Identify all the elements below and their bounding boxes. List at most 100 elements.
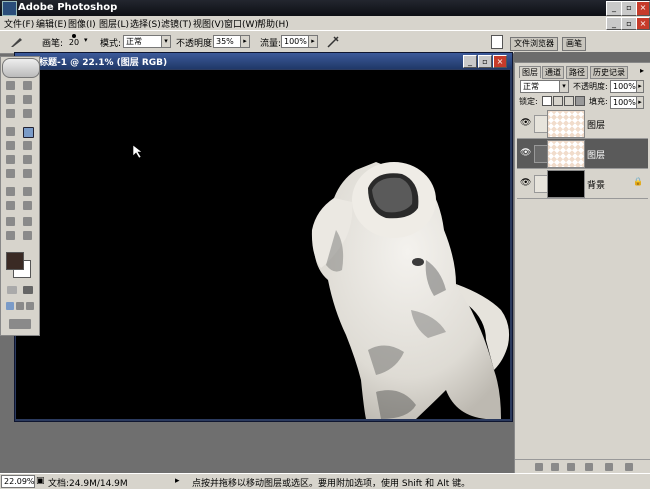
layer-opacity-label: 不透明度: [573,82,608,91]
lock-position-icon[interactable] [564,96,574,106]
history-brush-tool-icon[interactable] [23,141,32,150]
lock-all-icon[interactable] [575,96,585,106]
menu-select[interactable]: 选择(S) [130,17,161,30]
zoom-tool-icon[interactable] [23,231,32,240]
menu-view[interactable]: 视图(V) [193,17,224,30]
layer-thumbnail [547,140,585,168]
foreground-color-swatch[interactable] [6,252,24,270]
brush-size: 20 [68,38,80,47]
shape-tool-icon[interactable] [23,201,32,210]
doc-restore-button[interactable]: ▫ [621,17,637,30]
menu-layer[interactable]: 图层(L) [99,17,129,30]
tab-channels[interactable]: 通道 [542,66,564,79]
mode-dropdown-arrow[interactable]: ▾ [161,35,171,48]
fill-arrow[interactable]: ▸ [636,96,644,109]
marquee-tool-icon[interactable] [6,81,15,90]
quick-mask-mode-icon[interactable] [23,286,33,294]
crop-tool-icon[interactable] [6,109,15,118]
minimize-window-button[interactable]: _ [606,1,622,16]
status-arrow-icon[interactable]: ▸ [175,476,180,486]
doc-minimize-button[interactable]: _ [606,17,622,30]
options-bar: 画笔: 20 ▾ 模式: 正常 ▾ 不透明度: 35% ▸ 流量: 100% ▸… [0,30,650,54]
lock-image-icon[interactable] [553,96,563,106]
tab-history[interactable]: 历史记录 [590,66,628,79]
dodge-tool-icon[interactable] [23,169,32,178]
healing-brush-tool-icon[interactable] [6,127,15,136]
document-close-button[interactable]: × [493,55,507,68]
toolbox-header-icon[interactable] [2,58,40,78]
full-screen-mode-icon[interactable] [26,302,34,310]
blur-tool-icon[interactable] [6,169,15,178]
document-title-bar[interactable]: 标题-1 @ 22.1% (图层 RGB) _ ▫ × [15,53,512,69]
restore-window-button[interactable]: ▫ [621,1,637,16]
zoom-field[interactable]: 22.09% [1,475,35,488]
close-window-button[interactable]: × [636,1,650,16]
document-maximize-button[interactable]: ▫ [478,55,492,68]
clone-stamp-tool-icon[interactable] [6,141,15,150]
photoshop-app-icon[interactable] [2,1,17,16]
layer-style-icon[interactable] [535,463,543,471]
layer-row[interactable]: 👁 图层 [517,109,648,139]
flow-slider-arrow[interactable]: ▸ [308,35,318,48]
standard-mode-icon[interactable] [7,286,17,294]
lock-transparency-icon[interactable] [542,96,552,106]
layer-opacity-arrow[interactable]: ▸ [636,80,644,93]
notes-tool-icon[interactable] [6,217,15,226]
brushes-tab[interactable]: 画笔 [562,37,586,51]
move-tool-icon[interactable] [23,81,32,90]
lock-label: 锁定: [519,97,538,106]
new-set-icon[interactable] [567,463,575,471]
menu-image[interactable]: 图像(I) [68,17,96,30]
layer-link-box[interactable] [534,175,548,193]
gradient-tool-icon[interactable] [23,155,32,164]
doc-close-button[interactable]: × [636,17,650,30]
path-selection-tool-icon[interactable] [6,187,15,196]
layer-link-box[interactable] [534,115,548,133]
visibility-eye-icon[interactable]: 👁 [520,178,531,188]
slice-tool-icon[interactable] [23,109,32,118]
blend-mode-arrow[interactable]: ▾ [559,80,569,93]
doc-info: 文档:24.9M/14.9M [48,479,128,489]
document-minimize-button[interactable]: _ [463,55,477,68]
panel-menu-icon[interactable]: ▸ [640,66,644,75]
palette-well-icon[interactable] [491,35,503,49]
opacity-slider-arrow[interactable]: ▸ [240,35,250,48]
menu-window[interactable]: 窗口(W) [224,17,258,30]
trash-icon[interactable] [625,463,633,471]
menu-help[interactable]: 帮助(H) [257,17,289,30]
pen-tool-icon[interactable] [6,201,15,210]
magic-wand-tool-icon[interactable] [23,95,32,104]
visibility-eye-icon[interactable]: 👁 [520,148,531,158]
type-tool-icon[interactable] [23,187,32,196]
file-browser-tab[interactable]: 文件浏览器 [510,37,558,51]
document-title: 标题-1 @ 22.1% (图层 RGB) [39,58,168,68]
mouse-cursor-icon [132,144,143,159]
layer-mask-icon[interactable] [551,463,559,471]
menu-edit[interactable]: 编辑(E) [36,17,67,30]
brush-tool-icon[interactable] [10,36,24,48]
menu-file[interactable]: 文件(F) [4,17,34,30]
brush-dropdown-icon[interactable]: ▾ [84,36,88,44]
hand-tool-icon[interactable] [6,231,15,240]
layer-row-background[interactable]: 👁 背景 🔒 [517,169,648,199]
lasso-tool-icon[interactable] [6,95,15,104]
airbrush-icon[interactable] [326,35,340,49]
adjustment-layer-icon[interactable] [585,463,593,471]
layer-row-selected[interactable]: 👁 图层 [517,139,648,169]
jump-to-imageready-icon[interactable] [9,319,31,329]
new-layer-icon[interactable] [605,463,613,471]
status-hint: 点按并拖移以移动图层或选区。要用附加选项，使用 Shift 和 Alt 键。 [192,479,471,489]
eraser-tool-icon[interactable] [6,155,15,164]
image-canvas[interactable] [16,70,510,419]
eyedropper-tool-icon[interactable] [23,217,32,226]
full-screen-menu-mode-icon[interactable] [16,302,24,310]
layers-panel: 图层 通道 路径 历史记录 ▸ 正常 ▾ 不透明度: 100% ▸ 锁定: 填充… [514,62,650,474]
brush-preset-picker[interactable]: 20 [67,33,81,51]
visibility-eye-icon[interactable]: 👁 [520,118,531,128]
brush-tool-selected-icon[interactable] [23,127,34,138]
standard-screen-mode-icon[interactable] [6,302,14,310]
tab-layers[interactable]: 图层 [519,66,541,78]
menu-filter[interactable]: 滤镜(T) [161,17,192,30]
tab-paths[interactable]: 路径 [566,66,588,79]
brush-layer-indicator-icon[interactable] [534,145,548,163]
